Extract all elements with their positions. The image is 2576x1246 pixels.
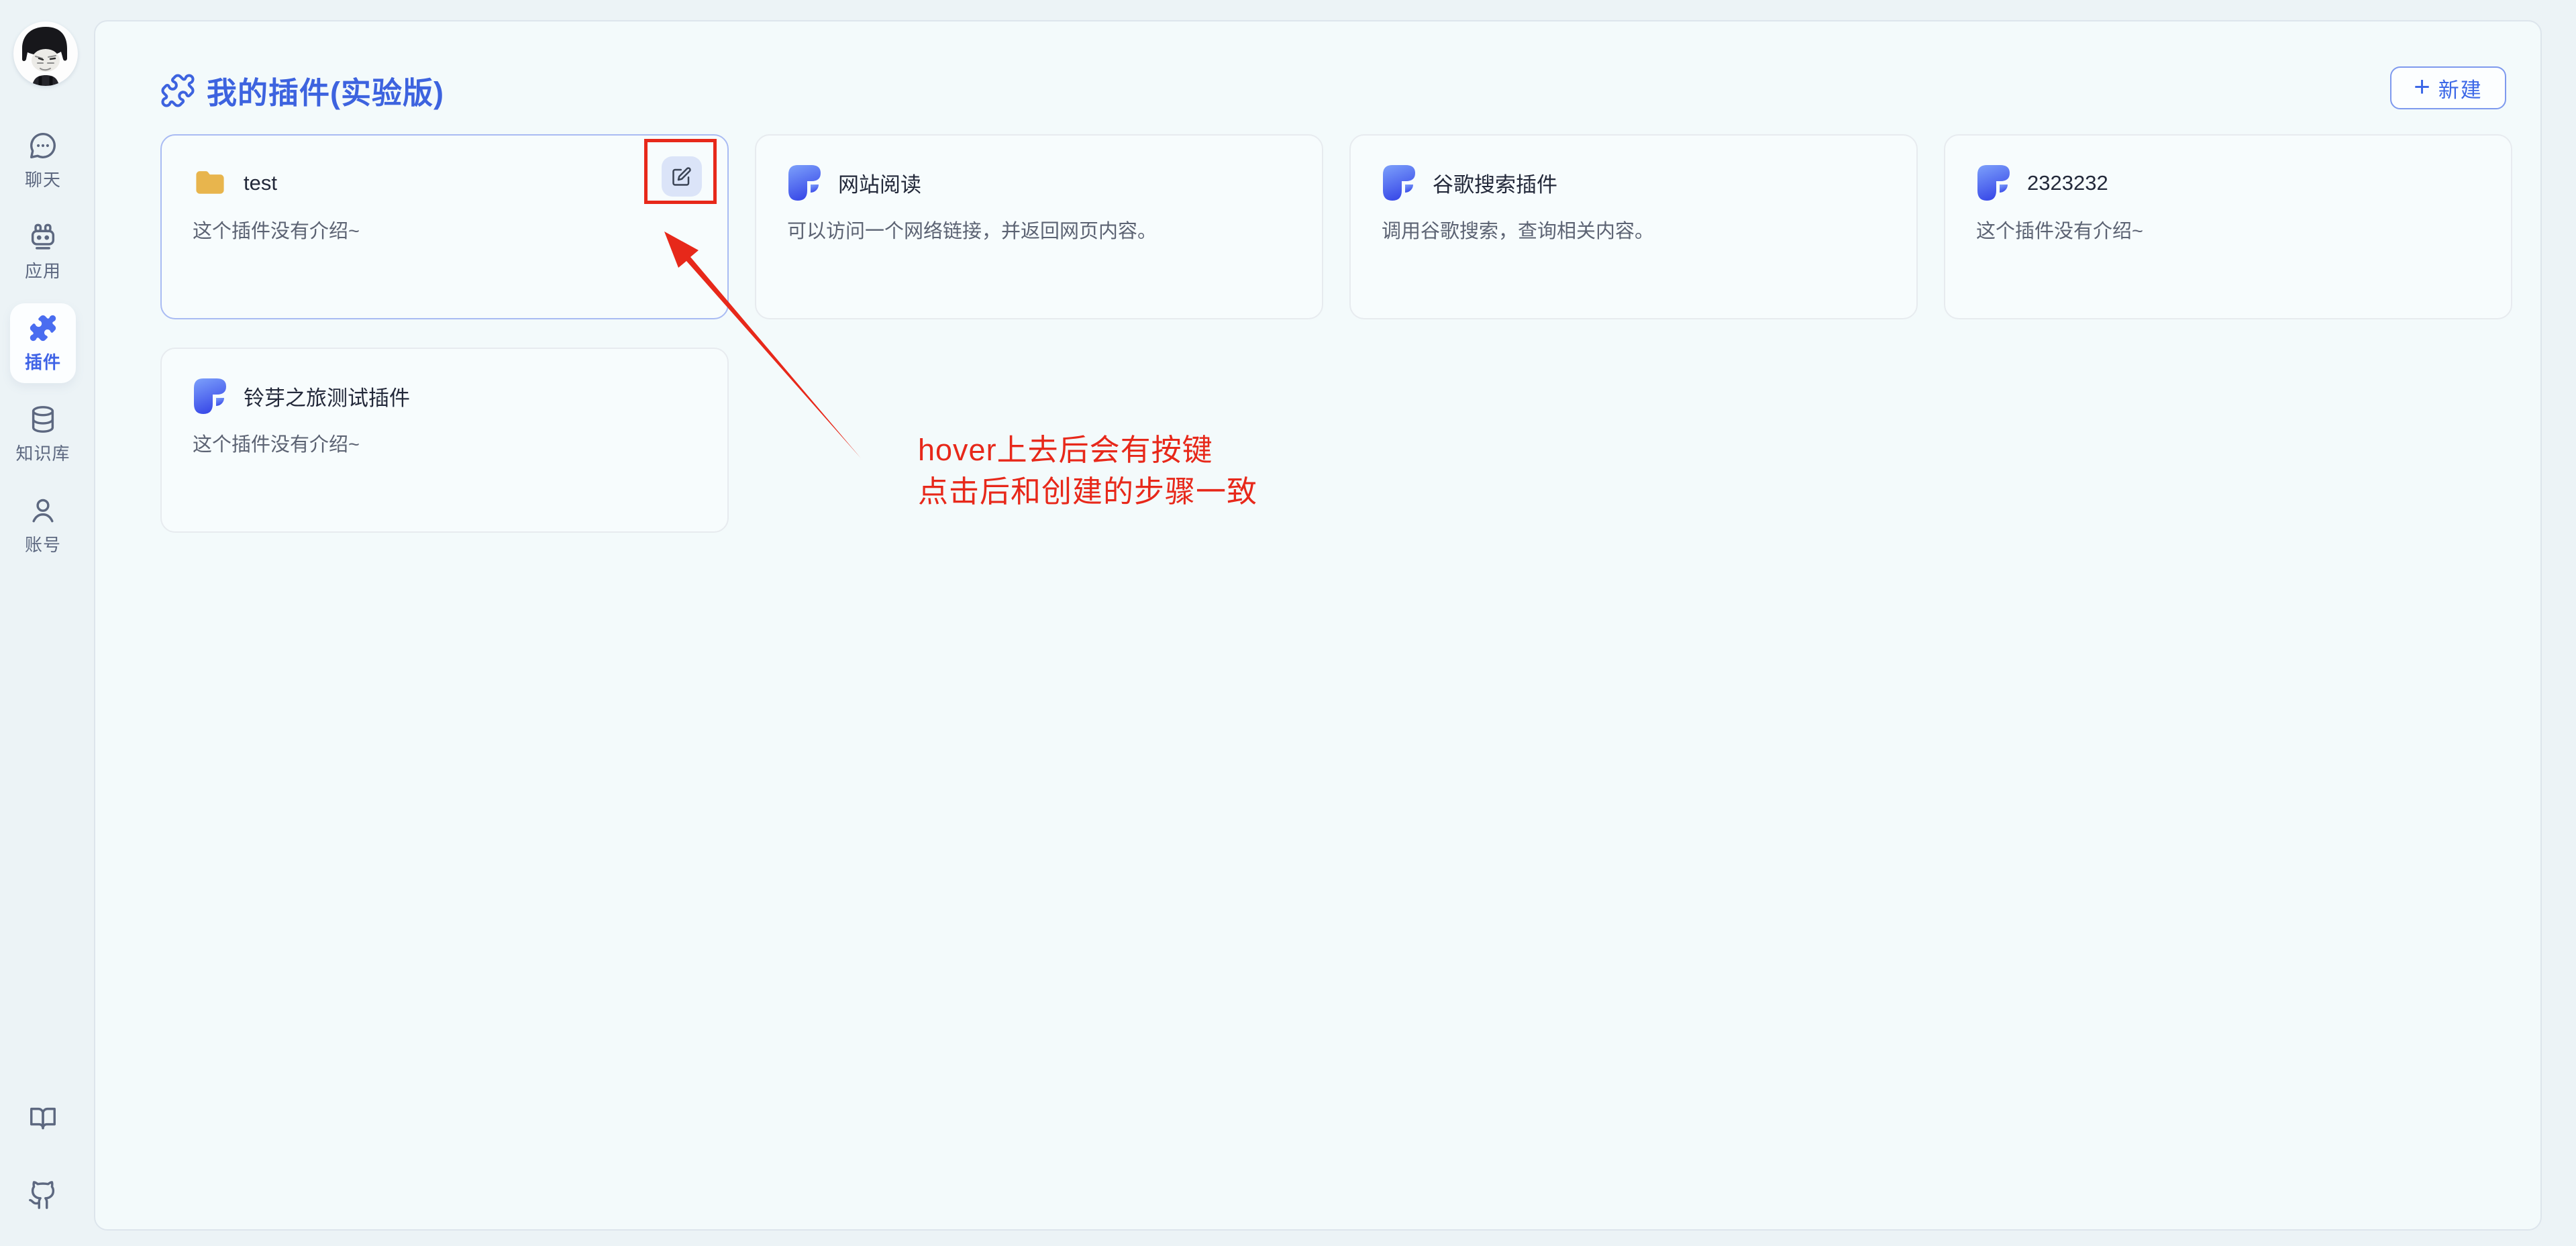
plugin-description: 这个插件没有介绍~ [193, 431, 701, 458]
new-plugin-button[interactable]: + 新建 [2390, 66, 2506, 109]
plugin-card[interactable]: 谷歌搜索插件 调用谷歌搜索，查询相关内容。 [1349, 134, 1918, 319]
plugin-card-head: 2323232 [1976, 165, 2484, 201]
github-icon [28, 1180, 58, 1210]
sidebar-item-label: 聊天 [25, 166, 61, 191]
plugins-title-icon [160, 72, 196, 109]
sidebar-item-label: 账号 [25, 531, 61, 556]
sidebar-item-chat[interactable]: 聊天 [10, 121, 76, 201]
sidebar: 聊天 应用 插件 知识库 账号 [0, 0, 94, 1246]
edit-icon [672, 166, 692, 187]
plugin-card[interactable]: 网站阅读 可以访问一个网络链接，并返回网页内容。 [755, 134, 1323, 319]
sidebar-item-apps[interactable]: 应用 [10, 212, 76, 292]
annotation-text: hover上去后会有按键 点击后和创建的步骤一致 [918, 429, 1257, 513]
sidebar-item-label: 知识库 [15, 440, 70, 465]
edit-plugin-button[interactable] [662, 156, 702, 197]
plugin-card-head: 谷歌搜索插件 [1382, 165, 1890, 201]
annotation-line: hover上去后会有按键 [918, 429, 1257, 471]
sidebar-item-knowledge-base[interactable]: 知识库 [10, 395, 76, 474]
robot-icon [28, 221, 58, 252]
avatar-image [13, 21, 78, 86]
plugin-name: test [244, 171, 277, 195]
plugin-card-head: test [193, 165, 701, 201]
book-icon [28, 1103, 58, 1134]
page-title: 我的插件(实验版) [207, 68, 444, 112]
plugin-logo-icon [1382, 165, 1416, 201]
plugin-name: 谷歌搜索插件 [1433, 168, 1557, 198]
sidebar-item-plugins[interactable]: 插件 [10, 303, 76, 383]
plus-icon: + [2414, 72, 2430, 101]
plugin-card[interactable]: 铃芽之旅测试插件 这个插件没有介绍~ [160, 348, 729, 533]
sidebar-item-label: 插件 [25, 349, 61, 374]
plugin-logo-icon [787, 165, 822, 201]
user-icon [28, 495, 58, 526]
plugin-name: 铃芽之旅测试插件 [244, 381, 410, 411]
plugin-card[interactable]: test 这个插件没有介绍~ [160, 134, 729, 319]
puzzle-icon [28, 313, 58, 344]
cards-grid: test 这个插件没有介绍~ 网站阅读 可以访问一个网络链接，并返回网页内容。 [160, 134, 2513, 533]
plugin-name: 2323232 [2027, 171, 2108, 195]
chat-bubble-icon [28, 130, 58, 161]
plugin-description: 这个插件没有介绍~ [193, 218, 701, 245]
plugin-name: 网站阅读 [838, 168, 921, 198]
plugin-description: 调用谷歌搜索，查询相关内容。 [1382, 218, 1890, 245]
database-icon [28, 404, 58, 435]
plugin-description: 这个插件没有介绍~ [1976, 218, 2484, 245]
plugin-description: 可以访问一个网络链接，并返回网页内容。 [787, 218, 1295, 245]
avatar[interactable] [13, 21, 78, 86]
sidebar-docs-button[interactable] [10, 1094, 76, 1143]
page-header: 我的插件(实验版) [160, 68, 444, 112]
plugin-logo-icon [193, 378, 227, 414]
folder-icon [193, 165, 227, 201]
annotation-line: 点击后和创建的步骤一致 [918, 471, 1257, 513]
sidebar-github-button[interactable] [10, 1170, 76, 1220]
plugin-card-head: 铃芽之旅测试插件 [193, 378, 701, 414]
plugin-card[interactable]: 2323232 这个插件没有介绍~ [1944, 134, 2512, 319]
plugin-logo-icon [1976, 165, 2011, 201]
sidebar-item-label: 应用 [25, 258, 61, 282]
plugin-card-head: 网站阅读 [787, 165, 1295, 201]
sidebar-item-account[interactable]: 账号 [10, 486, 76, 566]
